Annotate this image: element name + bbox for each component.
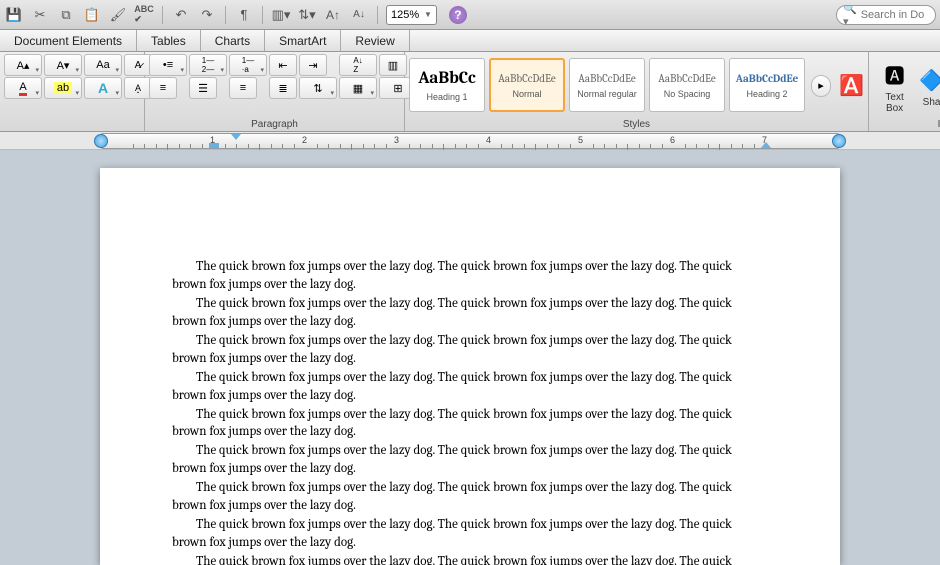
save-icon[interactable]: 💾 xyxy=(4,5,24,25)
ruler-number: 1 xyxy=(210,135,215,145)
ribbon-paragraph-group: Paragraph •≡▾ ≡ 1—2—▾ ☰ 1—·a▾ ≡ ⇤ ≣ ⇥ ⇅▾… xyxy=(145,52,405,131)
paragraph[interactable]: The quick brown fox jumps over the lazy … xyxy=(172,516,768,552)
redo-icon[interactable]: ↷ xyxy=(197,5,217,25)
textbox-button[interactable]: 🅰 Text Box xyxy=(873,54,916,117)
font-size-grow-button[interactable]: A▴▾ xyxy=(4,54,42,76)
help-icon[interactable]: ? xyxy=(449,6,467,24)
font-size-shrink-button[interactable]: A▾▾ xyxy=(44,54,82,76)
bullets-button[interactable]: •≡▾ xyxy=(149,54,187,76)
ruler-number: 7 xyxy=(762,135,767,145)
first-line-indent-marker[interactable] xyxy=(231,134,241,140)
numbering-button[interactable]: 1—2—▾ xyxy=(189,54,227,76)
decrease-indent-button[interactable]: ⇤ xyxy=(269,54,297,76)
align-center-button[interactable]: ☰ xyxy=(189,77,217,99)
columns-view-button[interactable]: ▥ xyxy=(379,54,407,76)
change-case-button[interactable]: Aa▾ xyxy=(84,54,122,76)
ribbon: A▴▾ A▾ A▾▾ ab▾ Aa▾ A▾ A̷ A͍ Paragraph •≡… xyxy=(0,52,940,132)
ruler-left-cap-icon[interactable] xyxy=(94,134,108,148)
group-label-insert: Ins xyxy=(869,119,940,130)
search-input[interactable] xyxy=(861,9,931,21)
paragraph[interactable]: The quick brown fox jumps over the lazy … xyxy=(172,295,768,331)
spellcheck-icon[interactable]: ABC✔ xyxy=(134,5,154,25)
style-heading-1[interactable]: AaBbCcHeading 1 xyxy=(409,58,485,112)
ribbon-tabs: Document Elements Tables Charts SmartArt… xyxy=(0,30,940,52)
zoom-value: 125% xyxy=(391,9,421,21)
align-right-button[interactable]: ≡ xyxy=(229,77,257,99)
ribbon-insert-group: Ins 🅰 Text Box 🔷 Sha xyxy=(869,52,940,131)
tab-document-elements[interactable]: Document Elements xyxy=(0,30,137,51)
tab-smartart[interactable]: SmartArt xyxy=(265,30,341,51)
ribbon-font-group: A▴▾ A▾ A▾▾ ab▾ Aa▾ A▾ A̷ A͍ xyxy=(0,52,145,131)
ruler-container: 1 2 3 4 5 6 7 xyxy=(0,132,940,150)
shape-icon: 🔷 xyxy=(918,63,940,97)
line-spacing-icon[interactable]: ⇅▾ xyxy=(297,5,317,25)
paragraph[interactable]: The quick brown fox jumps over the lazy … xyxy=(172,258,768,294)
copy-icon[interactable]: ⧉ xyxy=(56,5,76,25)
line-spacing-button[interactable]: ⇅▾ xyxy=(299,77,337,99)
styles-more-button[interactable]: ▸ xyxy=(811,75,831,97)
paragraph[interactable]: The quick brown fox jumps over the lazy … xyxy=(172,553,768,565)
text-effects-button[interactable]: A▾ xyxy=(84,77,122,99)
page[interactable]: The quick brown fox jumps over the lazy … xyxy=(100,168,840,565)
tab-review[interactable]: Review xyxy=(341,30,409,51)
justify-button[interactable]: ≣ xyxy=(269,77,297,99)
ruler-number: 3 xyxy=(394,135,399,145)
ruler-number: 5 xyxy=(578,135,583,145)
paragraph[interactable]: The quick brown fox jumps over the lazy … xyxy=(172,479,768,515)
paste-icon[interactable]: 📋 xyxy=(82,5,102,25)
tab-charts[interactable]: Charts xyxy=(201,30,265,51)
sort-button[interactable]: A↓Z xyxy=(339,54,377,76)
main-toolbar: 💾 ✂ ⧉ 📋 🖌 ABC✔ ↶ ↷ ¶ ▥▾ ⇅▾ A↑ A↓ 125% ▼ … xyxy=(0,0,940,30)
textbox-icon: 🅰 xyxy=(881,58,909,92)
ruler-number: 4 xyxy=(486,135,491,145)
ruler-number: 6 xyxy=(670,135,675,145)
multilevel-list-button[interactable]: 1—·a▾ xyxy=(229,54,267,76)
columns-icon[interactable]: ▥▾ xyxy=(271,5,291,25)
search-icon: 🔍▾ xyxy=(843,5,857,25)
shrink-font-icon[interactable]: A↓ xyxy=(349,5,369,25)
style-normal-regular[interactable]: AaBbCcDdEeNormal regular xyxy=(569,58,645,112)
horizontal-ruler[interactable]: 1 2 3 4 5 6 7 xyxy=(100,133,840,149)
align-left-button[interactable]: ≡ xyxy=(149,77,177,99)
undo-icon[interactable]: ↶ xyxy=(171,5,191,25)
tab-tables[interactable]: Tables xyxy=(137,30,201,51)
style-normal[interactable]: AaBbCcDdEeNormal xyxy=(489,58,565,112)
style-heading-2[interactable]: AaBbCcDdEeHeading 2 xyxy=(729,58,805,112)
highlight-button[interactable]: ab▾ xyxy=(44,77,82,99)
shape-button[interactable]: 🔷 Sha xyxy=(918,54,940,117)
group-label-paragraph: Paragraph xyxy=(145,119,404,130)
ribbon-styles-group: Styles AaBbCcHeading 1AaBbCcDdEeNormalAa… xyxy=(405,52,869,131)
styles-gallery: AaBbCcHeading 1AaBbCcDdEeNormalAaBbCcDdE… xyxy=(409,54,805,117)
search-box[interactable]: 🔍▾ xyxy=(836,5,936,25)
paragraph[interactable]: The quick brown fox jumps over the lazy … xyxy=(172,406,768,442)
paragraph[interactable]: The quick brown fox jumps over the lazy … xyxy=(172,332,768,368)
zoom-control[interactable]: 125% ▼ xyxy=(386,5,437,25)
grow-font-icon[interactable]: A↑ xyxy=(323,5,343,25)
format-painter-icon[interactable]: 🖌 xyxy=(108,5,128,25)
shading-button[interactable]: ▦▾ xyxy=(339,77,377,99)
font-color-button[interactable]: A▾ xyxy=(4,77,42,99)
manage-styles-button[interactable]: 🅰️ xyxy=(839,73,864,98)
style-no-spacing[interactable]: AaBbCcDdEeNo Spacing xyxy=(649,58,725,112)
paragraph[interactable]: The quick brown fox jumps over the lazy … xyxy=(172,442,768,478)
paragraph[interactable]: The quick brown fox jumps over the lazy … xyxy=(172,369,768,405)
document-area: The quick brown fox jumps over the lazy … xyxy=(0,150,940,565)
ruler-right-cap-icon[interactable] xyxy=(832,134,846,148)
group-label-styles: Styles xyxy=(405,119,868,130)
cut-icon[interactable]: ✂ xyxy=(30,5,50,25)
chevron-down-icon: ▼ xyxy=(424,10,432,19)
ruler-number: 2 xyxy=(302,135,307,145)
increase-indent-button[interactable]: ⇥ xyxy=(299,54,327,76)
show-marks-icon[interactable]: ¶ xyxy=(234,5,254,25)
